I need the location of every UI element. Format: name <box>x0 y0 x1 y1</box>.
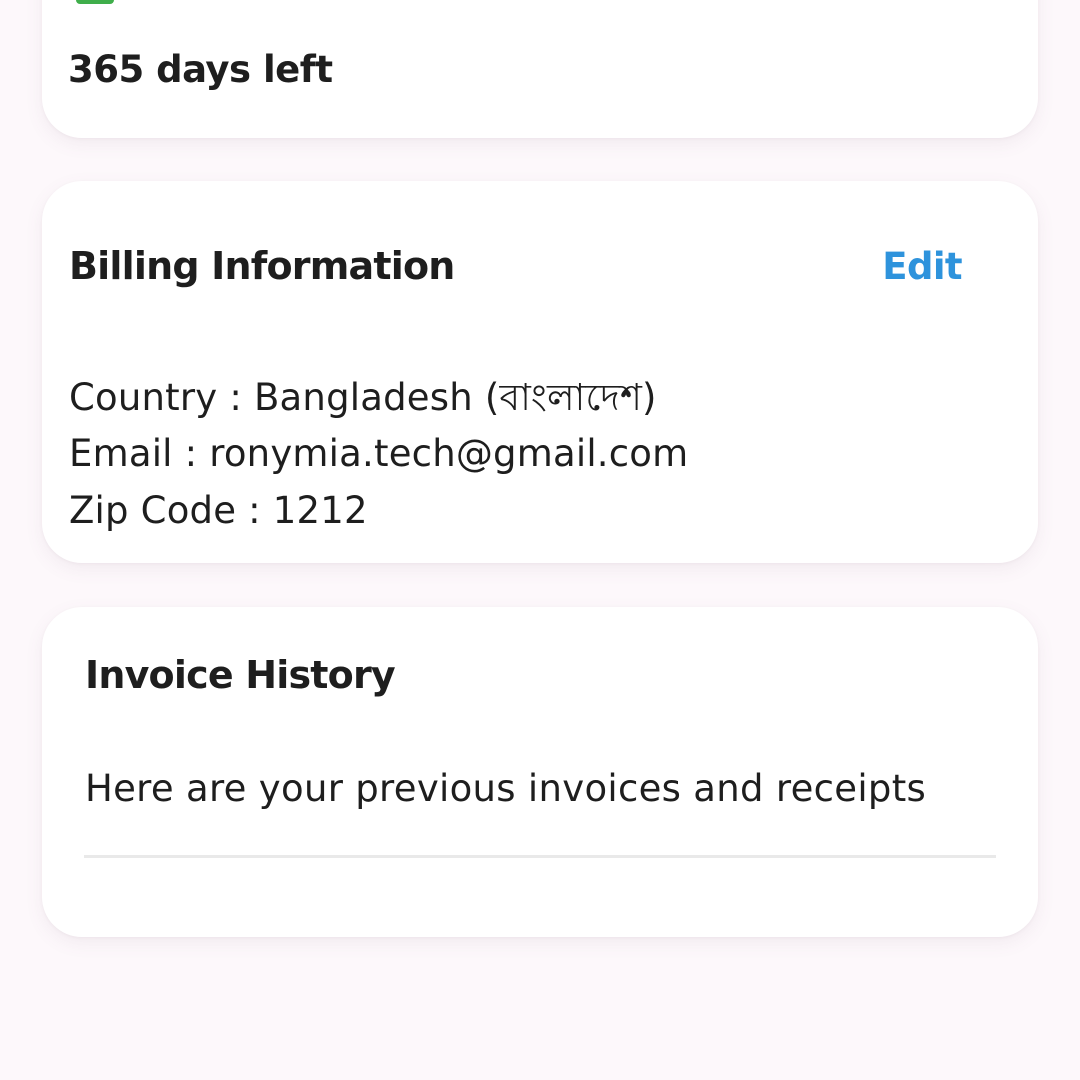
billing-country: Country : Bangladesh (বাংলাদেশ) <box>69 376 657 419</box>
invoice-history-card: Invoice History Here are your previous i… <box>42 607 1038 937</box>
invoice-history-description: Here are your previous invoices and rece… <box>85 767 927 810</box>
billing-zip-code: Zip Code : 1212 <box>69 489 368 532</box>
subscription-status-indicator <box>76 0 114 4</box>
billing-information-card: Billing Information Edit Country : Bangl… <box>42 181 1038 563</box>
billing-email: Email : ronymia.tech@gmail.com <box>69 432 689 475</box>
edit-billing-button[interactable]: Edit <box>882 245 962 288</box>
subscription-card: 365 days left <box>42 0 1038 138</box>
invoice-history-title: Invoice History <box>85 653 396 697</box>
divider <box>84 855 996 858</box>
days-left-text: 365 days left <box>68 48 333 91</box>
billing-title: Billing Information <box>69 244 455 288</box>
